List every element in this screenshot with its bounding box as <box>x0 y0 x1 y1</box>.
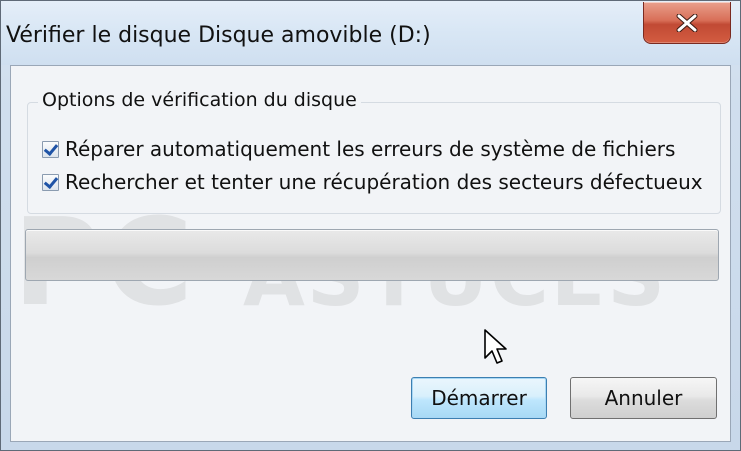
verification-options-group: Options de vérification du disque Répare… <box>27 89 721 214</box>
recover-sectors-checkbox[interactable] <box>42 173 59 191</box>
close-icon <box>676 13 698 32</box>
option-label: Réparer automatiquement les erreurs de s… <box>65 137 676 161</box>
title-bar[interactable]: Vérifier le disque Disque amovible (D:) <box>1 1 740 65</box>
dialog-client-area: PC ASTUCES Options de vérification du di… <box>10 65 731 442</box>
option-recover-sectors[interactable]: Rechercher et tenter une récupération de… <box>42 170 703 194</box>
repair-errors-checkbox[interactable] <box>42 140 59 158</box>
group-legend: Options de vérification du disque <box>38 89 361 111</box>
window-title: Vérifier le disque Disque amovible (D:) <box>6 23 431 48</box>
cancel-button[interactable]: Annuler <box>570 377 717 419</box>
dialog-window: Vérifier le disque Disque amovible (D:) … <box>0 0 741 451</box>
option-label: Rechercher et tenter une récupération de… <box>65 170 703 194</box>
close-button[interactable] <box>643 2 731 44</box>
start-button[interactable]: Démarrer <box>411 377 547 419</box>
option-repair-errors[interactable]: Réparer automatiquement les erreurs de s… <box>42 137 675 161</box>
progress-bar <box>25 229 719 281</box>
